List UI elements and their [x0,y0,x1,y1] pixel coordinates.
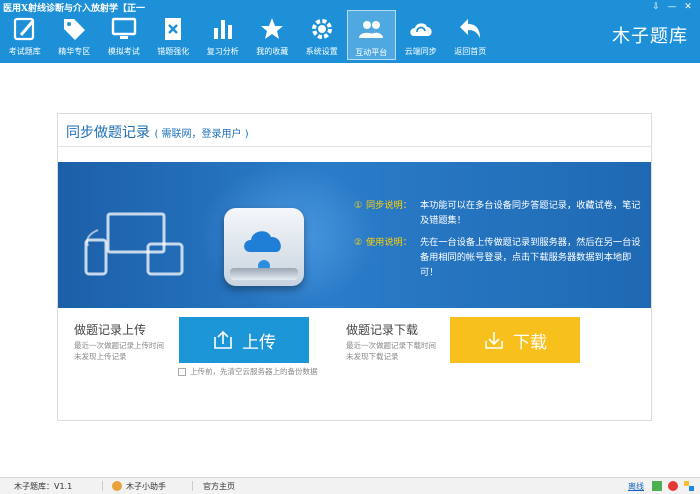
nav-mock-exam[interactable]: 模拟考试 [99,10,149,60]
download-title: 做题记录下载 [346,323,419,337]
offline-link[interactable]: 离线 [628,481,644,492]
download-button-label: 下载 [513,332,547,353]
nav-label: 系统设置 [305,47,338,56]
divider [58,146,651,147]
helper-avatar-icon [112,481,122,491]
nav-favorites[interactable]: 我的收藏 [248,10,298,60]
top-toolbar: 医用X射线诊断与介入放射学【正一 ⇩ — ✕ 木子题库 考试题库 精华专区 模拟… [0,0,700,63]
sync-description: ① 同步说明： 本功能可以在多台设备同步答题记录，收藏试卷，笔记及错题集！ [354,198,644,228]
window-controls: ⇩ — ✕ [648,0,696,14]
nav-home[interactable]: 返回首页 [446,10,496,60]
bar-chart-icon [213,20,232,39]
upload-title: 做题记录上传 [74,323,147,337]
card-title-text: 同步做题记录 [66,125,150,141]
sync-description-text: 本功能可以在多台设备同步答题记录，收藏试卷，笔记及错题集！ [420,200,641,226]
app-version: 木子题库：V1.1 [14,482,73,491]
cloud-icon [244,231,281,252]
upload-desc-line1: 最近一次做题记录上传时间 [74,341,164,350]
usage-description-text: 先在一台设备上传做题记录到服务器，然后在另一台设备用相同的帐号登录，点击下载服务… [420,237,641,278]
sync-card: 同步做题记录 ( 需联网，登录用户 ) ① 同步说明： 本功能可以在多台设备同步… [57,113,652,421]
monitor-icon [111,17,136,39]
pen-check-icon [13,17,34,41]
nav-featured[interactable]: 精华专区 [50,10,100,60]
homepage-link[interactable]: 官方主页 [203,481,235,492]
nav-interactive-platform[interactable]: 互动平台 [346,10,396,60]
close-icon[interactable]: ✕ [680,0,696,14]
cloud-sync-icon [410,23,432,36]
devices-illustration-icon [84,212,184,276]
sync-description-key: 同步说明： [366,200,412,211]
divider [102,481,103,491]
users-icon [359,21,384,38]
upload-icon [214,330,232,349]
card-subtitle: ( 需联网，登录用户 ) [154,129,249,140]
step-one-number: ① [354,200,363,211]
nav-exam-bank[interactable]: 考试题库 [0,10,50,60]
nav-wrong-questions[interactable]: 错题强化 [149,10,199,60]
nav-label: 模拟考试 [107,47,140,56]
clear-backup-checkbox[interactable] [178,367,186,376]
info-banner: ① 同步说明： 本功能可以在多台设备同步答题记录，收藏试卷，笔记及错题集！ ② … [58,162,651,308]
nav-label: 返回首页 [454,47,487,56]
clear-backup-option[interactable]: 上传前，先清空云服务器上的备份数据 [178,366,318,377]
download-update-icon[interactable]: ⇩ [648,0,664,14]
nav-settings[interactable]: 系统设置 [297,10,347,60]
star-icon [261,18,284,39]
main-nav: 考试题库 精华专区 模拟考试 错题强化 复习分析 我的收藏 系统设置 互动平台 [0,10,495,60]
tag-icon [64,19,86,40]
usage-description: ② 使用说明： 先在一台设备上传做题记录到服务器，然后在另一台设备用相同的帐号登… [354,235,644,280]
nav-review-analysis[interactable]: 复习分析 [198,10,248,60]
nav-label: 考试题库 [8,47,41,56]
upload-button-label: 上传 [242,332,276,353]
download-button[interactable]: 下载 [450,317,580,363]
back-arrow-icon [460,19,481,38]
minimize-icon[interactable]: — [664,0,680,14]
step-two-number: ② [354,237,363,248]
download-icon [485,332,503,349]
nav-label: 错题强化 [157,47,190,56]
download-desc-line1: 最近一次做题记录下载时间 [346,341,436,350]
app-logo-icon [652,481,662,491]
page-title: 同步做题记录 ( 需联网，登录用户 ) [66,122,249,142]
download-desc-line2: 未发现下载记录 [346,352,399,361]
upload-desc-line2: 未发现上传记录 [74,352,127,361]
wrong-doc-icon [165,18,182,40]
gear-icon [311,19,332,39]
status-bar: 木子题库：V1.1 木子小助手 官方主页 离线 [0,477,700,494]
usage-description-key: 使用说明： [366,237,412,248]
nav-label: 精华专区 [58,47,91,56]
nav-label: 复习分析 [206,47,239,56]
server-base [230,268,298,280]
nav-label: 我的收藏 [256,47,289,56]
helper-link[interactable]: 木子小助手 [126,481,166,492]
cloud-server-illustration [224,208,304,286]
nav-label: 云端同步 [404,47,437,56]
divider [192,481,193,491]
clear-backup-label: 上传前，先清空云服务器上的备份数据 [190,367,318,376]
colorful-logo-icon [668,481,678,491]
brand-logo: 木子题库 [612,26,688,47]
banner-info: ① 同步说明： 本功能可以在多台设备同步答题记录，收藏试卷，笔记及错题集！ ② … [354,198,644,287]
apps-logo-icon [684,481,694,491]
nav-label: 互动平台 [355,48,388,57]
upload-button[interactable]: 上传 [179,317,309,363]
nav-cloud-sync[interactable]: 云端同步 [396,10,446,60]
